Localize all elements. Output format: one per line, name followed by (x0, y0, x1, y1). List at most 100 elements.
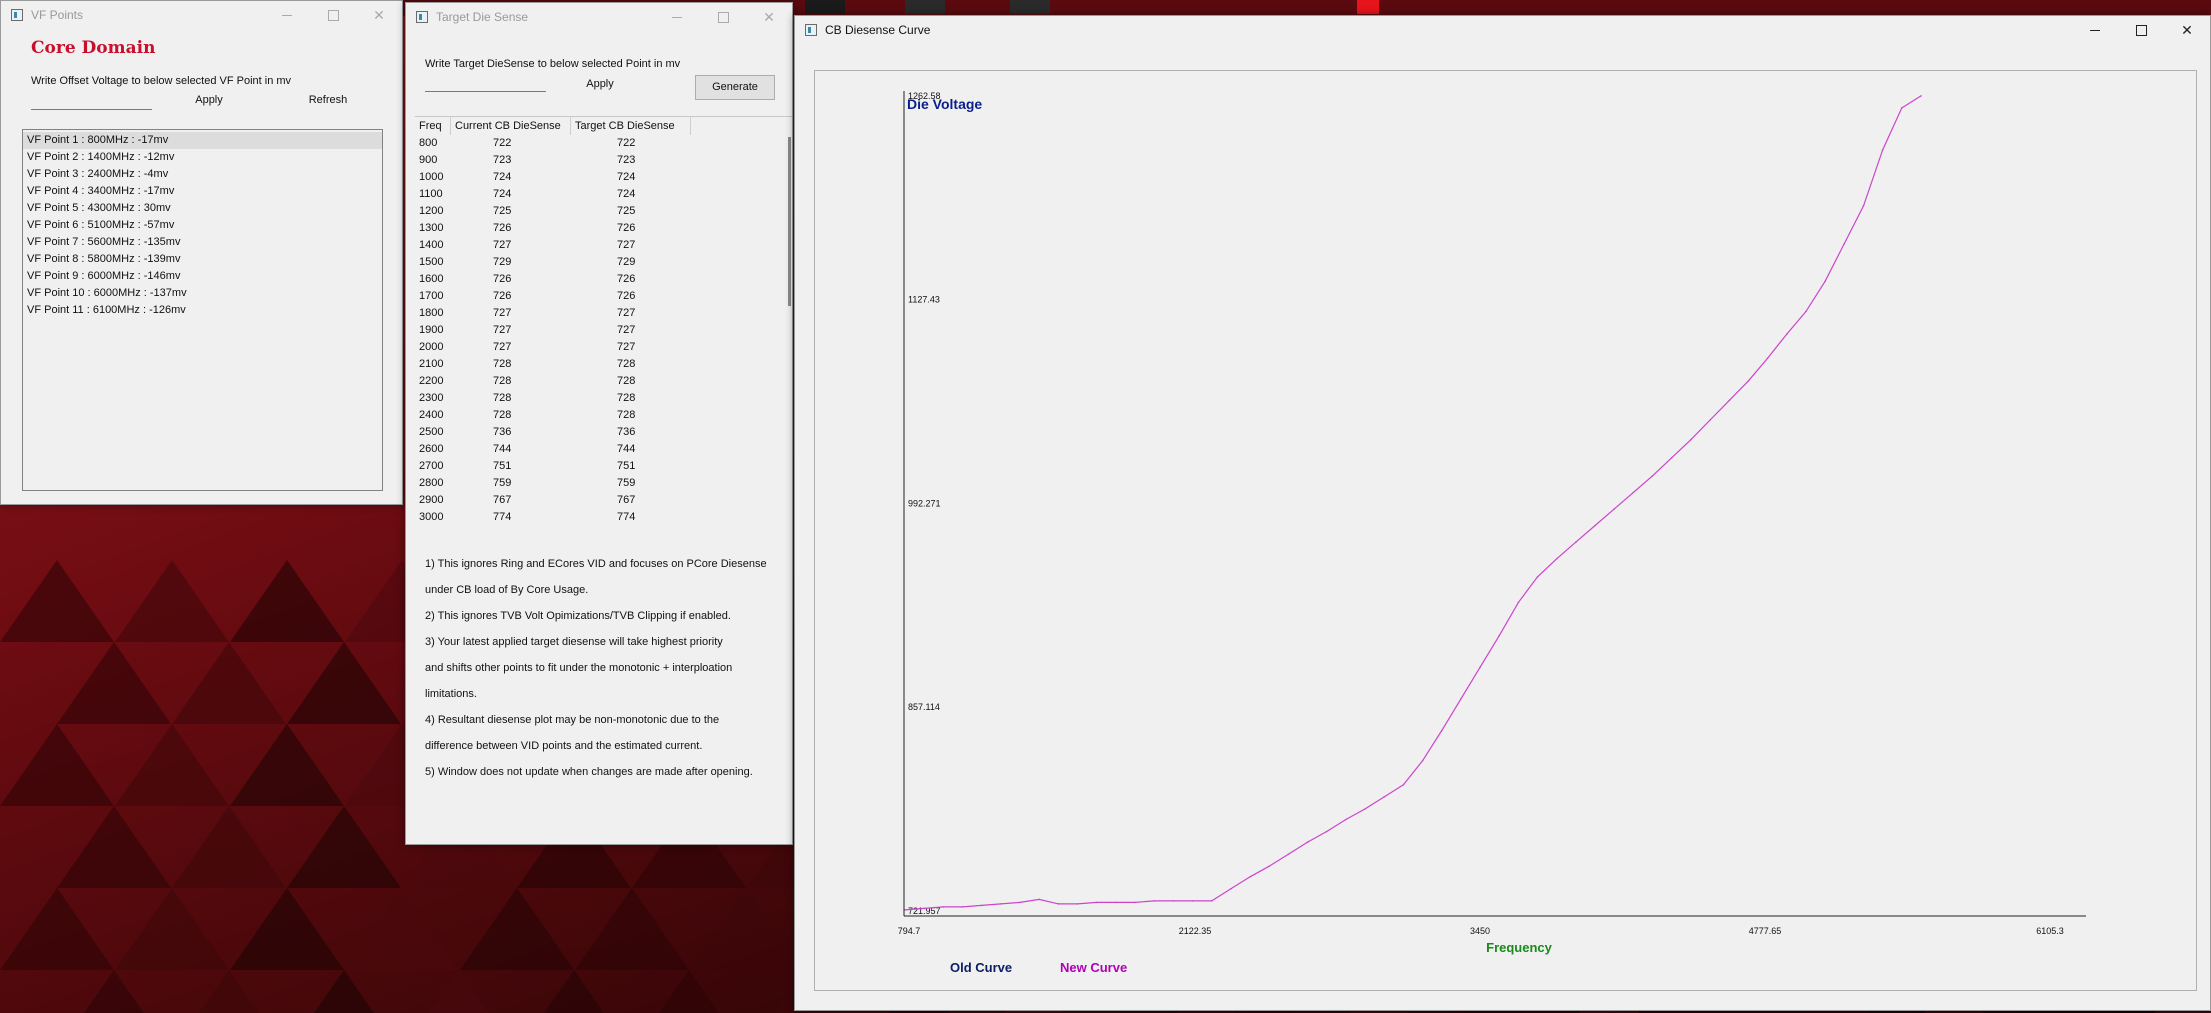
table-row[interactable]: 2800 759 759 (415, 475, 785, 492)
table-row[interactable]: 1000 724 724 (415, 169, 785, 186)
vf-point-item[interactable]: VF Point 6 : 5100MHz : -57mv (23, 217, 382, 234)
table-row[interactable]: 2100 728 728 (415, 356, 785, 373)
table-row[interactable]: 3000 774 774 (415, 509, 785, 525)
vf-point-item[interactable]: VF Point 9 : 6000MHz : -146mv (23, 268, 382, 285)
target-diesense-cell: 759 (617, 477, 636, 489)
current-diesense-cell: 724 (493, 188, 512, 200)
new-curve-point (1498, 634, 1501, 637)
current-diesense-cell: 723 (493, 154, 512, 166)
current-diesense-cell: 725 (493, 205, 512, 217)
note-line: under CB load of By Core Usage. (425, 584, 589, 596)
table-row[interactable]: 1400 727 727 (415, 237, 785, 254)
wallpaper-triangle (690, 888, 804, 970)
table-row[interactable]: 1700 726 726 (415, 288, 785, 305)
new-curve-point (1824, 280, 1826, 283)
table-row[interactable]: 900 723 723 (415, 152, 785, 169)
table-row[interactable]: 800 722 722 (415, 135, 785, 152)
current-diesense-cell: 722 (493, 137, 512, 149)
freq-cell: 2800 (419, 477, 444, 489)
minimize-icon[interactable] (654, 3, 700, 31)
close-icon[interactable]: ✕ (2164, 16, 2210, 44)
table-row[interactable]: 2400 728 728 (415, 407, 785, 424)
freq-cell: 1700 (419, 290, 444, 302)
table-row[interactable]: 2200 728 728 (415, 373, 785, 390)
vf-point-item[interactable]: VF Point 5 : 4300MHz : 30mv (23, 200, 382, 217)
offset-voltage-input[interactable] (31, 92, 152, 110)
close-icon[interactable]: ✕ (356, 1, 402, 29)
refresh-button[interactable]: Refresh (295, 90, 361, 112)
note-line: difference between VID points and the es… (425, 740, 703, 752)
new-curve-point (1325, 830, 1328, 833)
minimize-icon[interactable] (264, 1, 310, 29)
vf-point-item[interactable]: VF Point 10 : 6000MHz : -137mv (23, 285, 382, 302)
column-header[interactable]: Target CB DieSense (571, 117, 691, 135)
table-row[interactable]: 2000 727 727 (415, 339, 785, 356)
legend-new-curve: New Curve (1060, 960, 1127, 975)
new-curve-point (1000, 903, 1002, 905)
maximize-icon[interactable] (310, 1, 356, 29)
column-header[interactable]: Current CB DieSense (451, 117, 571, 135)
vf-point-item[interactable]: VF Point 8 : 5800MHz : -139mv (23, 251, 382, 268)
wallpaper-triangle (345, 888, 459, 970)
table-row[interactable]: 1200 725 725 (415, 203, 785, 220)
wallpaper-triangle (57, 970, 171, 1013)
table-row[interactable]: 2600 744 744 (415, 441, 785, 458)
vf-points-titlebar[interactable]: VF Points ✕ (1, 1, 402, 29)
vf-point-item[interactable]: VF Point 1 : 800MHz : -17mv (23, 132, 382, 149)
table-row[interactable]: 1500 729 729 (415, 254, 785, 271)
wallpaper-triangle (172, 642, 286, 724)
vf-point-item[interactable]: VF Point 11 : 6100MHz : -126mv (23, 302, 382, 319)
minimize-icon[interactable] (2072, 16, 2118, 44)
target-diesense-cell: 725 (617, 205, 636, 217)
app-icon (805, 24, 817, 36)
freq-cell: 1100 (419, 188, 443, 200)
table-row[interactable]: 1300 726 726 (415, 220, 785, 237)
note-line: 4) Resultant diesense plot may be non-mo… (425, 714, 720, 726)
table-row[interactable]: 2500 736 736 (415, 424, 785, 441)
table-row[interactable]: 2700 751 751 (415, 458, 785, 475)
new-curve-point (904, 909, 906, 911)
table-row[interactable]: 1800 727 727 (415, 305, 785, 322)
wallpaper-triangle (172, 970, 286, 1013)
target-diesense-input[interactable] (425, 74, 546, 92)
plot-area: 1262.58 1127.43 992.271 857.114 721.957 794.7… (814, 70, 2197, 991)
table-row[interactable]: 1600 726 726 (415, 271, 785, 288)
freq-cell: 3000 (419, 511, 444, 523)
y-tick-label: 857.114 (908, 702, 940, 712)
table-scrollbar[interactable] (788, 137, 791, 306)
new-curve-point (1862, 205, 1865, 207)
tds-titlebar[interactable]: Target Die Sense ✕ (406, 3, 792, 31)
column-header[interactable]: Freq (415, 117, 451, 135)
target-diesense-cell: 728 (617, 375, 636, 387)
new-curve-point (961, 906, 964, 908)
generate-button[interactable]: Generate (695, 75, 775, 100)
vf-point-item[interactable]: VF Point 7 : 5600MHz : -135mv (23, 234, 382, 251)
new-curve-point (1230, 888, 1232, 890)
maximize-icon[interactable] (2118, 16, 2164, 44)
target-diesense-cell: 727 (617, 324, 636, 336)
curve-titlebar[interactable]: CB Diesense Curve ✕ (795, 16, 2210, 44)
freq-cell: 2100 (419, 358, 444, 370)
close-icon[interactable]: ✕ (746, 3, 792, 31)
current-diesense-cell: 736 (493, 426, 512, 438)
table-row[interactable]: 2300 728 728 (415, 390, 785, 407)
diesense-table[interactable]: Freq Current CB DieSense Target CB DieSe… (415, 116, 792, 525)
app-icon (11, 9, 23, 21)
new-curve-point (1172, 900, 1175, 902)
apply-button[interactable]: Apply (566, 74, 634, 96)
table-row[interactable]: 2900 767 767 (415, 492, 785, 509)
apply-button[interactable]: Apply (175, 90, 243, 112)
current-diesense-cell: 774 (493, 511, 512, 523)
background-chip (1357, 0, 1379, 14)
target-diesense-cell: 728 (617, 409, 636, 421)
freq-cell: 2900 (419, 494, 444, 506)
vf-point-item[interactable]: VF Point 2 : 1400MHz : -12mv (23, 149, 382, 166)
vf-point-item[interactable]: VF Point 3 : 2400MHz : -4mv (23, 166, 382, 183)
wallpaper-triangle (230, 724, 344, 806)
table-row[interactable]: 1900 727 727 (415, 322, 785, 339)
wallpaper-triangle (57, 806, 171, 888)
vf-point-item[interactable]: VF Point 4 : 3400MHz : -17mv (23, 183, 382, 200)
table-row[interactable]: 1100 724 724 (415, 186, 785, 203)
vf-points-list[interactable]: VF Point 1 : 800MHz : -17mv VF Point 2 : … (22, 129, 383, 491)
maximize-icon[interactable] (700, 3, 746, 31)
